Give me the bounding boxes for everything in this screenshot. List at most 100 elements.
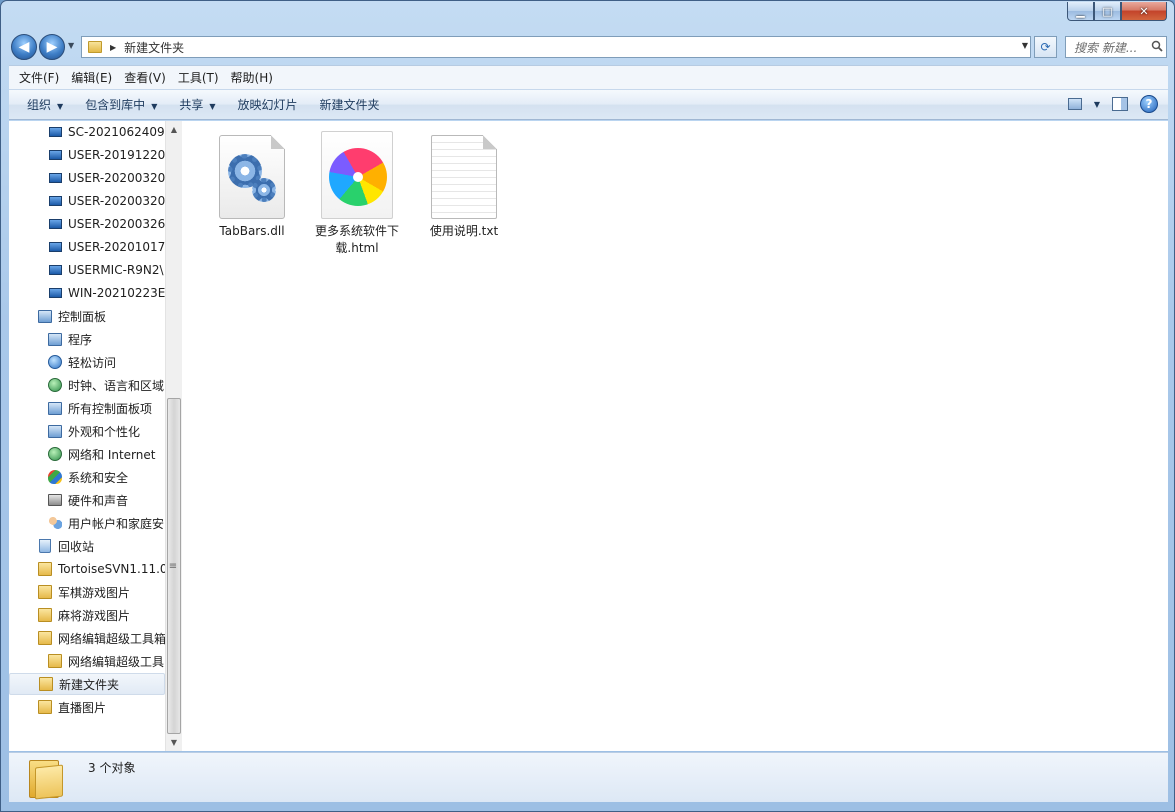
breadcrumb-current[interactable]: 新建文件夹 <box>124 39 184 56</box>
help-icon[interactable]: ? <box>1140 95 1158 113</box>
preview-pane-icon[interactable] <box>1112 97 1128 111</box>
scrollbar-grip-icon: ≡ <box>168 561 178 572</box>
computer-icon <box>49 150 62 160</box>
organize-label: 组织 <box>27 98 52 112</box>
forward-button[interactable]: ▶ <box>39 34 65 60</box>
user-accounts-icon <box>48 516 62 530</box>
folder-icon <box>39 677 53 691</box>
file-item[interactable]: TabBars.dll <box>204 135 300 240</box>
dll-gear-icon <box>219 135 285 219</box>
maximize-icon: □ <box>1102 4 1113 18</box>
address-dropdown-icon[interactable]: ▼ <box>1022 41 1028 50</box>
view-options-chevron-icon[interactable]: ▼ <box>1094 100 1100 109</box>
nav-item-label: 回收站 <box>58 539 95 554</box>
nav-item[interactable]: USERMIC-R9N2\ <box>9 259 165 281</box>
share-button[interactable]: 共享 ▼ <box>171 96 229 113</box>
refresh-icon: ⟳ <box>1040 40 1051 54</box>
folder-icon <box>48 654 62 668</box>
search-input[interactable]: 搜索 新建... <box>1065 36 1167 58</box>
close-button[interactable]: ✕ <box>1121 2 1167 21</box>
menu-view[interactable]: 查看(V) <box>118 69 172 86</box>
back-button[interactable]: ◀ <box>11 34 37 60</box>
nav-item[interactable]: 外观和个性化 <box>9 420 165 442</box>
menu-help[interactable]: 帮助(H) <box>225 69 279 86</box>
nav-item[interactable]: USER-20191220I <box>9 144 165 166</box>
folder-icon <box>38 562 52 576</box>
command-bar: 组织 ▼ 包含到库中 ▼ 共享 ▼ 放映幻灯片 新建文件夹 ▼ ? <box>9 89 1168 120</box>
breadcrumb-chevron-icon[interactable]: ▶ <box>110 43 116 52</box>
recent-pages-dropdown[interactable]: ▼ <box>68 41 74 50</box>
nav-item[interactable]: 麻将游戏图片 <box>9 604 165 626</box>
nav-item-label: 网络编辑超级工具箱 <box>58 631 165 646</box>
search-icon[interactable] <box>1151 40 1163 52</box>
nav-item-label: 直播图片 <box>58 700 107 715</box>
share-label: 共享 <box>179 98 204 112</box>
file-name: 使用说明.txt <box>429 224 499 238</box>
search-placeholder: 搜索 新建... <box>1074 40 1138 55</box>
nav-item-label: 所有控制面板项 <box>68 401 153 416</box>
nav-item[interactable]: 用户帐户和家庭安 <box>9 512 165 534</box>
scroll-up-icon[interactable]: ▲ <box>166 121 182 138</box>
nav-item-label: 时钟、语言和区域 <box>68 378 165 393</box>
folder-icon <box>38 608 52 622</box>
new-folder-button[interactable]: 新建文件夹 <box>312 96 394 113</box>
folder-icon <box>38 631 52 645</box>
nav-item-label: 用户帐户和家庭安 <box>68 516 165 531</box>
arrow-right-icon: ▶ <box>46 39 58 55</box>
refresh-button[interactable]: ⟳ <box>1034 36 1057 58</box>
nav-item-label: 网络和 Internet <box>68 447 156 462</box>
nav-item[interactable]: 直播图片 <box>9 696 165 718</box>
computer-icon <box>49 196 62 206</box>
nav-item[interactable]: TortoiseSVN1.11.0 <box>9 558 165 580</box>
nav-item[interactable]: 回收站 <box>9 535 165 557</box>
nav-item-label: USER-20201017I <box>68 240 165 254</box>
nav-item[interactable]: 网络编辑超级工具箱 <box>9 627 165 649</box>
recycle-bin-icon <box>39 539 51 553</box>
nav-item[interactable]: 网络编辑超级工具 <box>9 650 165 672</box>
nav-item[interactable]: WIN-20210223E <box>9 282 165 304</box>
file-item[interactable]: 更多系统软件下载.html <box>309 131 405 257</box>
address-bar[interactable]: ▶ 新建文件夹 ▼ <box>81 36 1031 58</box>
nav-item[interactable]: SC-20210624091 <box>9 121 165 143</box>
nav-item[interactable]: 硬件和声音 <box>9 489 165 511</box>
slideshow-button[interactable]: 放映幻灯片 <box>230 96 312 113</box>
menu-edit[interactable]: 编辑(E) <box>65 69 118 86</box>
nav-item[interactable]: 军棋游戏图片 <box>9 581 165 603</box>
nav-item[interactable]: 新建文件夹 <box>9 673 165 695</box>
nav-item[interactable]: USER-20200320. <box>9 167 165 189</box>
network-icon <box>48 447 62 461</box>
nav-item[interactable]: 轻松访问 <box>9 351 165 373</box>
chevron-down-icon: ▼ <box>209 102 216 111</box>
navigation-scrollbar[interactable]: ▲ ≡ ▼ <box>165 121 182 751</box>
include-library-button[interactable]: 包含到库中 ▼ <box>77 96 171 113</box>
computer-icon <box>49 173 62 183</box>
nav-item-label: WIN-20210223E <box>68 286 165 300</box>
file-item[interactable]: 使用说明.txt <box>416 135 512 240</box>
nav-item[interactable]: 控制面板 <box>9 305 165 327</box>
menu-bar: 文件(F) 编辑(E) 查看(V) 工具(T) 帮助(H) <box>9 65 1168 89</box>
change-view-icon[interactable] <box>1067 98 1082 110</box>
nav-item[interactable]: 系统和安全 <box>9 466 165 488</box>
navigation-pane: SC-20210624091 USER-20191220I USER-2020032… <box>9 121 165 751</box>
nav-item[interactable]: 程序 <box>9 328 165 350</box>
nav-item[interactable]: 网络和 Internet <box>9 443 165 465</box>
menu-file[interactable]: 文件(F) <box>13 69 65 86</box>
minimize-button[interactable]: ▁ <box>1067 2 1094 21</box>
organize-button[interactable]: 组织 ▼ <box>19 96 77 113</box>
computer-icon <box>49 288 62 298</box>
nav-item-label: USER-20191220I <box>68 148 165 162</box>
nav-item[interactable]: 时钟、语言和区域 <box>9 374 165 396</box>
explorer-window: ▁ □ ✕ ◀ ▶ ▼ ▶ 新建文件夹 ▼ ⟳ 搜索 新建... 文件(F) 编… <box>0 0 1175 812</box>
close-icon: ✕ <box>1139 4 1149 18</box>
nav-item-label: 新建文件夹 <box>59 677 120 692</box>
menu-tools[interactable]: 工具(T) <box>172 69 225 86</box>
nav-item[interactable]: USER-20201017I <box>9 236 165 258</box>
navigation-row: ◀ ▶ ▼ ▶ 新建文件夹 ▼ ⟳ 搜索 新建... <box>9 33 1167 60</box>
nav-item[interactable]: USER-20200320I <box>9 190 165 212</box>
maximize-button[interactable]: □ <box>1094 2 1121 21</box>
control-panel-icon <box>38 309 52 323</box>
nav-item[interactable]: USER-20200326\ <box>9 213 165 235</box>
scroll-down-icon[interactable]: ▼ <box>166 734 182 751</box>
nav-item-label: 麻将游戏图片 <box>58 608 131 623</box>
nav-item[interactable]: 所有控制面板项 <box>9 397 165 419</box>
